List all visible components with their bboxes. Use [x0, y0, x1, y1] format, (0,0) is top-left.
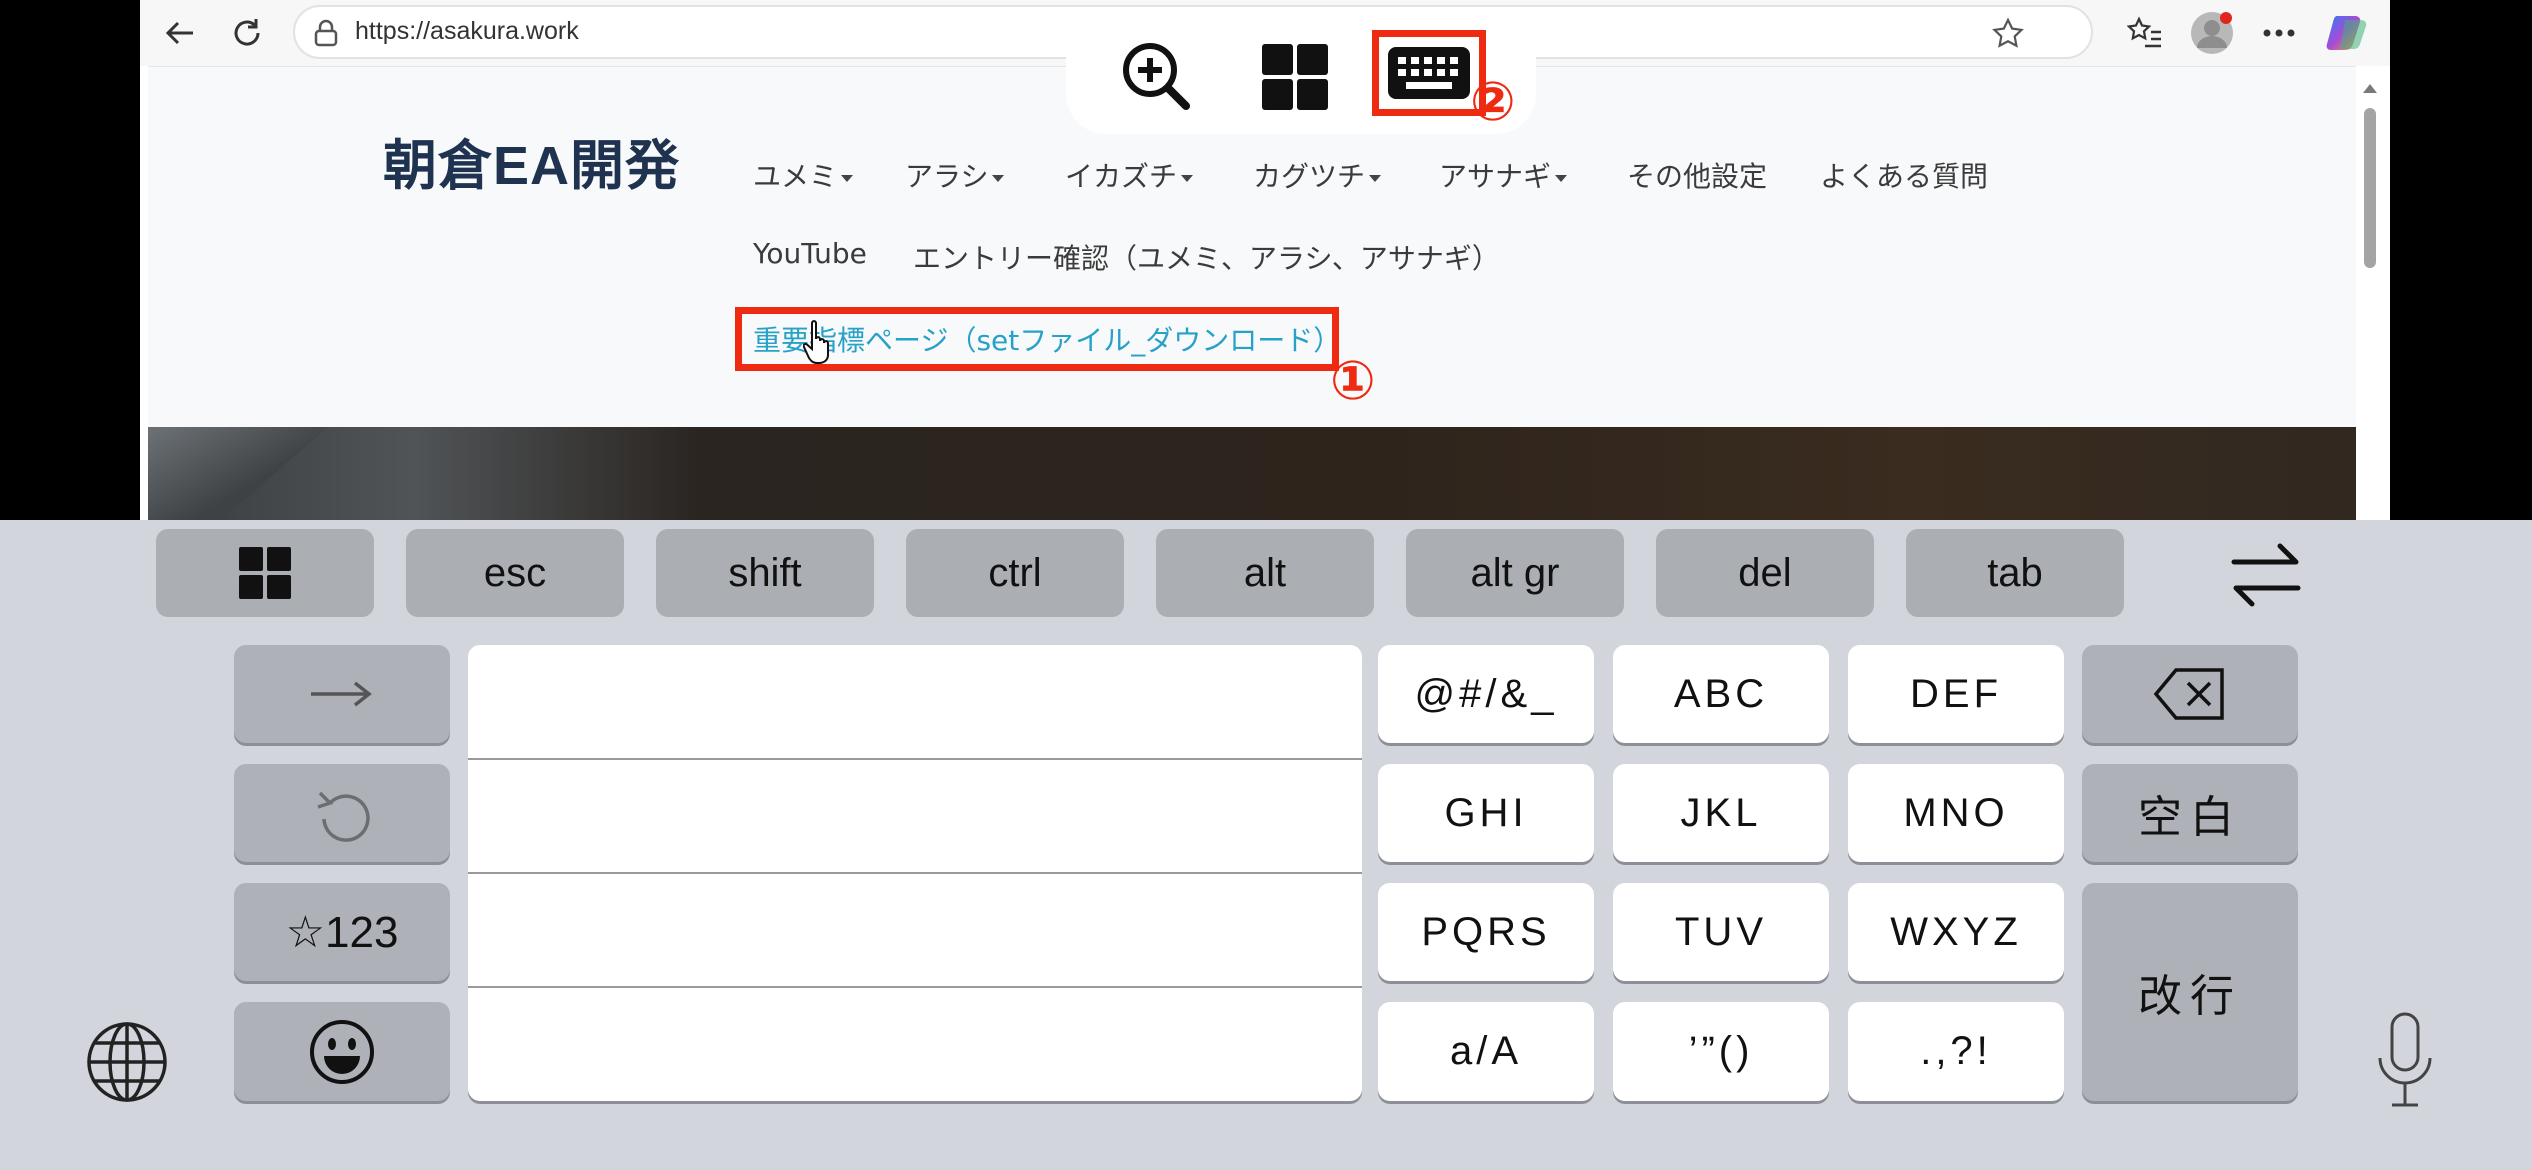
page-scrollbar[interactable]	[2358, 66, 2382, 520]
swap-arrows-icon	[2231, 543, 2301, 607]
windows-logo-icon	[239, 547, 291, 599]
nav-label: イカズチ	[1065, 160, 1178, 193]
nav-item-ikazuchi[interactable]: イカズチ	[1065, 155, 1194, 195]
smiley-emoji-icon	[310, 1019, 374, 1084]
arrow-right-icon	[311, 681, 372, 707]
copilot-icon	[2326, 16, 2367, 50]
enter-key[interactable]: 改行	[2082, 883, 2298, 1101]
key-abc[interactable]: ABC	[1613, 645, 1829, 743]
copilot-button[interactable]	[2323, 8, 2373, 58]
alt-gr-key[interactable]: alt gr	[1406, 529, 1624, 617]
backspace-icon	[2153, 668, 2224, 720]
candidate-divider	[468, 986, 1362, 988]
candidate-divider	[468, 758, 1362, 760]
nav-item-kagutsuchi[interactable]: カグツチ	[1253, 155, 1382, 195]
caret-down-icon	[992, 174, 1005, 182]
nav-item-other-settings[interactable]: その他設定	[1627, 155, 1767, 195]
nav-item-arashi[interactable]: アラシ	[905, 155, 1005, 195]
symbols-key[interactable]: ☆123	[234, 883, 450, 981]
profile-button[interactable]	[2187, 8, 2237, 58]
key-symbols-at[interactable]: @#/&_	[1378, 645, 1594, 743]
key-mno[interactable]: MNO	[1848, 764, 2064, 862]
zoom-in-icon	[1123, 43, 1190, 110]
hero-image	[148, 427, 2356, 520]
lock-icon	[314, 19, 338, 47]
nav-item-faq[interactable]: よくある質問	[1820, 155, 1988, 195]
alt-key[interactable]: alt	[1156, 529, 1374, 617]
key-wxyz[interactable]: WXYZ	[1848, 883, 2064, 981]
windows-logo-icon	[1262, 44, 1328, 110]
arrow-right-key[interactable]	[234, 645, 450, 743]
key-ghi[interactable]: GHI	[1378, 764, 1594, 862]
zoom-button[interactable]	[1118, 38, 1194, 114]
ellipsis-icon	[2263, 29, 2295, 37]
favorites-button[interactable]	[2120, 8, 2170, 58]
caret-down-icon	[841, 174, 854, 182]
switch-layout-button[interactable]	[2228, 540, 2304, 610]
globe-icon	[87, 1022, 167, 1102]
annotation-number-2: ②	[1470, 70, 1516, 133]
scroll-thumb[interactable]	[2364, 108, 2376, 268]
nav-item-asanagi[interactable]: アサナギ	[1439, 155, 1568, 195]
shift-key[interactable]: shift	[656, 529, 874, 617]
key-pqrs[interactable]: PQRS	[1378, 883, 1594, 981]
candidate-divider	[468, 872, 1362, 874]
microphone-icon	[2378, 1012, 2432, 1107]
caret-down-icon	[1555, 174, 1568, 182]
windows-key[interactable]	[156, 529, 374, 617]
nav-label: アラシ	[905, 160, 989, 193]
backspace-key[interactable]	[2082, 645, 2298, 743]
back-arrow-icon	[165, 21, 193, 45]
ctrl-key[interactable]: ctrl	[906, 529, 1124, 617]
nav-label: アサナギ	[1439, 160, 1552, 193]
del-key[interactable]: del	[1656, 529, 1874, 617]
keyboard-icon	[1388, 47, 1470, 99]
esc-key[interactable]: esc	[406, 529, 624, 617]
candidate-area[interactable]	[468, 645, 1362, 1101]
nav-label: ユメミ	[753, 160, 838, 193]
touch-keyboard: esc shift ctrl alt alt gr del tab ☆123 @…	[0, 520, 2532, 1170]
nav-label: カグツチ	[1253, 160, 1366, 193]
caret-down-icon	[1181, 174, 1194, 182]
nav-item-entry-check[interactable]: エントリー確認（ユメミ、アラシ、アサナギ）	[913, 237, 1500, 277]
site-logo[interactable]: 朝倉EA開発	[383, 121, 680, 200]
microphone-button[interactable]	[2370, 1010, 2440, 1120]
windows-button[interactable]	[1260, 42, 1330, 112]
key-def[interactable]: DEF	[1848, 645, 2064, 743]
hand-cursor-icon	[803, 320, 829, 364]
nav-item-yumemi[interactable]: ユメミ	[753, 155, 854, 195]
refresh-icon	[234, 19, 260, 46]
key-case-toggle[interactable]: a/A	[1378, 1002, 1594, 1101]
more-menu-button[interactable]	[2254, 8, 2304, 58]
url-text: https://asakura.work	[355, 17, 579, 45]
caret-down-icon	[1369, 174, 1382, 182]
floating-toolbar: ②	[1066, 18, 1536, 134]
scroll-up-arrow-icon[interactable]	[2363, 84, 2377, 93]
undo-key[interactable]	[234, 764, 450, 862]
undo-icon	[317, 791, 370, 842]
space-key[interactable]: 空白	[2082, 764, 2298, 862]
key-tuv[interactable]: TUV	[1613, 883, 1829, 981]
key-jkl[interactable]: JKL	[1613, 764, 1829, 862]
nav-item-youtube[interactable]: YouTube	[753, 237, 867, 270]
back-button[interactable]	[155, 8, 205, 58]
annotation-number-1: ①	[1330, 349, 1376, 412]
web-page: 朝倉EA開発 ユメミ アラシ イカズチ カグツチ アサナギ その他設定 よくある…	[148, 66, 2356, 520]
refresh-button[interactable]	[222, 8, 272, 58]
tab-key[interactable]: tab	[1906, 529, 2124, 617]
language-button[interactable]	[82, 1017, 172, 1107]
key-quotes-parens[interactable]: ’”()	[1613, 1002, 1829, 1101]
avatar-icon	[2191, 12, 2233, 54]
key-punctuation[interactable]: .,?!	[1848, 1002, 2064, 1101]
emoji-key[interactable]	[234, 1002, 450, 1101]
favorites-list-icon	[2127, 16, 2161, 48]
keyboard-toggle-button[interactable]	[1372, 30, 1486, 116]
favorite-star-icon[interactable]	[1991, 17, 2025, 51]
